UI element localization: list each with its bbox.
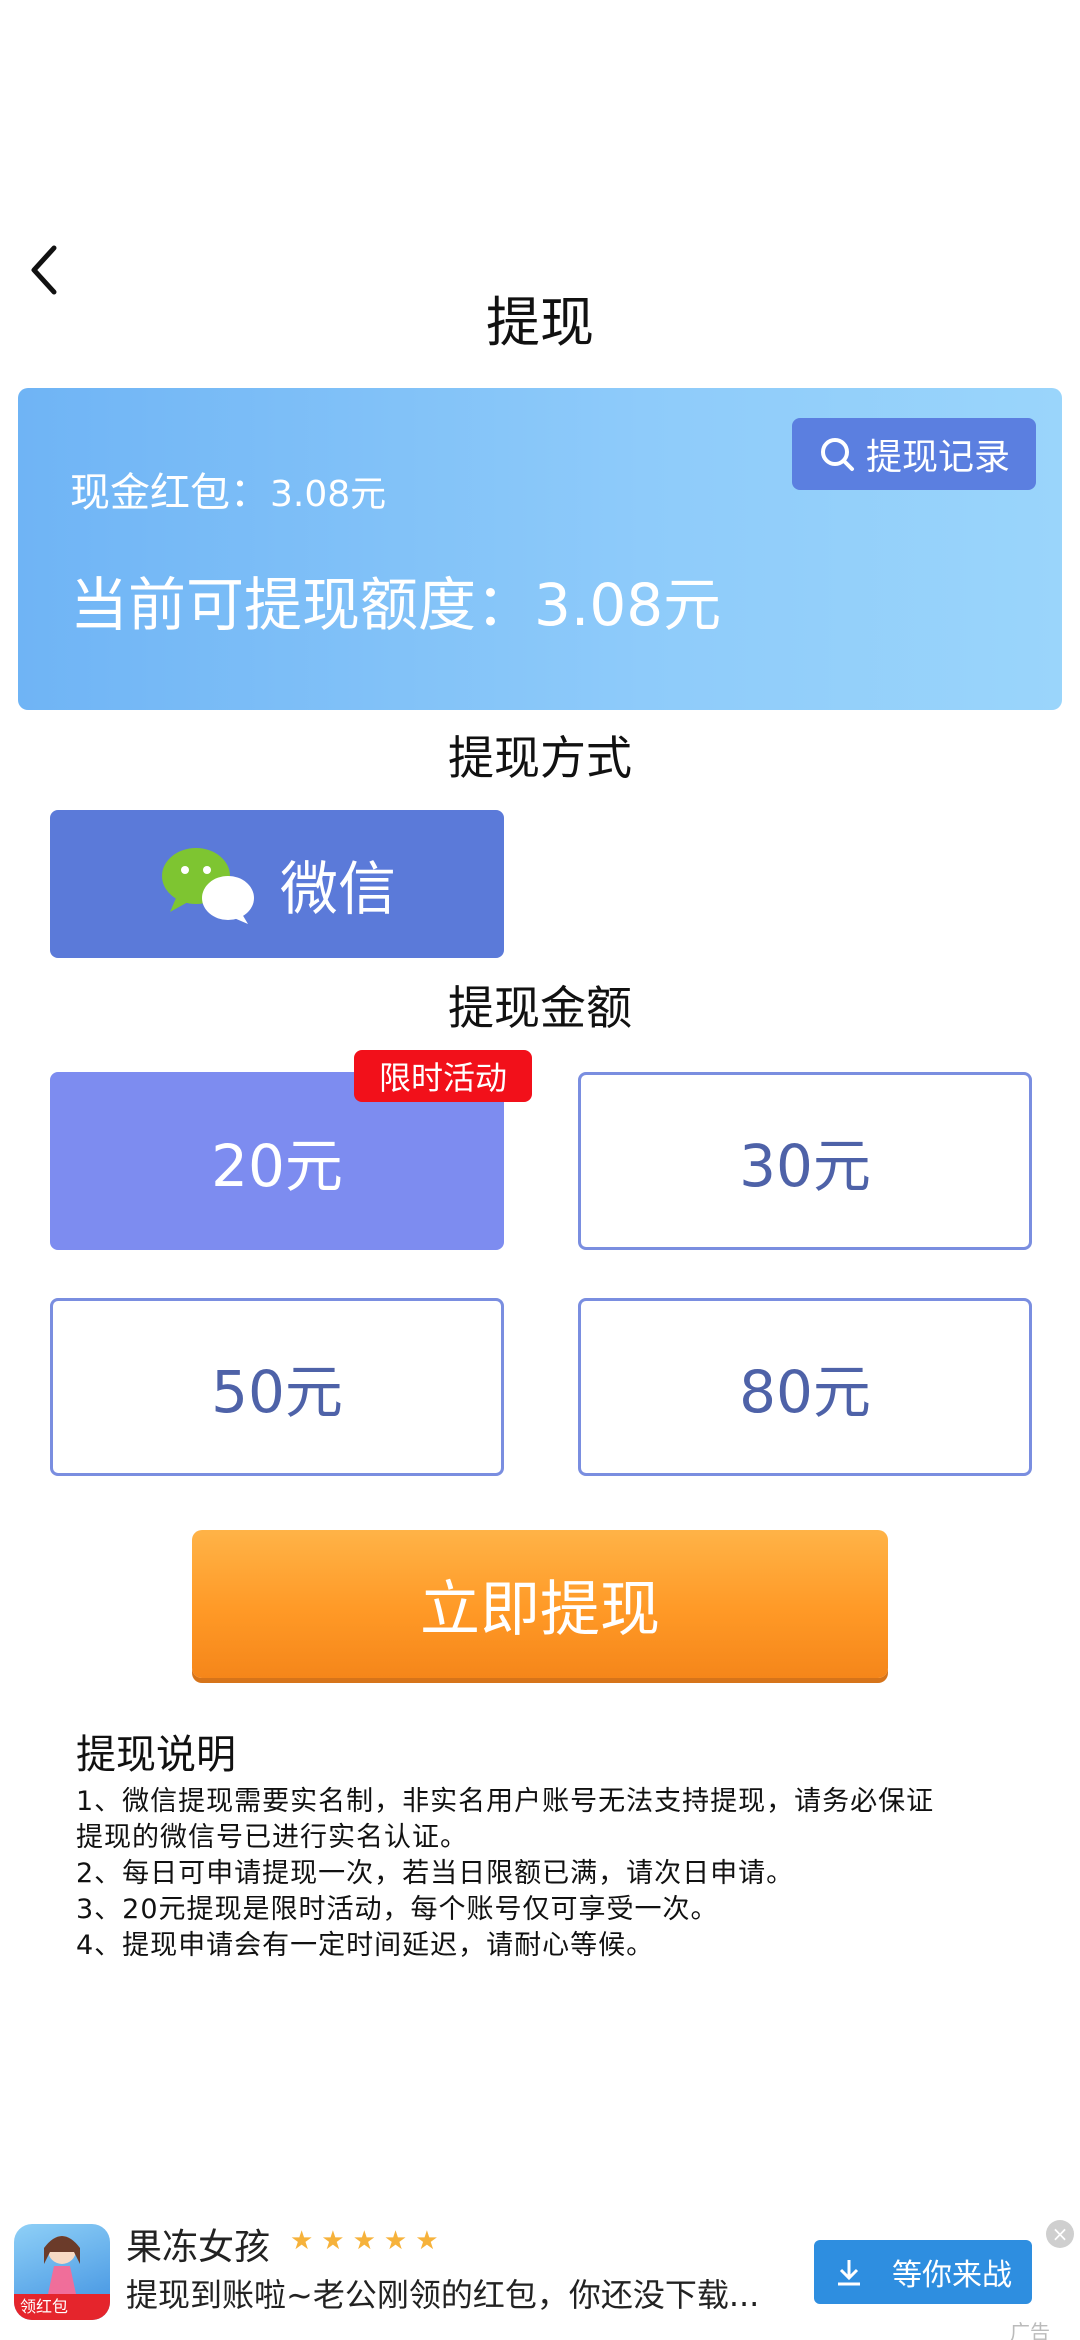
- ad-rating-stars: ★★★★★: [290, 2226, 447, 2256]
- amount-option-50[interactable]: 50元: [50, 1298, 504, 1476]
- available-amount: 当前可提现额度：3.08元: [70, 558, 721, 642]
- ad-download-button[interactable]: 等你来战: [814, 2240, 1032, 2304]
- ad-label: 广告: [1010, 2320, 1050, 2340]
- cash-balance: 现金红包：3.08元: [70, 460, 386, 518]
- available-value: 3.08元: [534, 571, 722, 639]
- balance-card: 提现记录 现金红包：3.08元 当前可提现额度：3.08元: [18, 388, 1062, 710]
- amount-option-label: 30元: [739, 1132, 871, 1200]
- amount-option-label: 80元: [739, 1358, 871, 1426]
- wechat-label: 微信: [279, 855, 396, 923]
- withdraw-record-label: 提现记录: [865, 437, 1010, 478]
- amount-option-30[interactable]: 30元: [578, 1072, 1032, 1250]
- search-icon: [820, 438, 854, 471]
- limited-time-badge: 限时活动: [354, 1050, 532, 1102]
- ad-red-packet-tag: 领红包: [14, 2294, 110, 2320]
- girl-avatar-icon: [44, 2236, 80, 2294]
- withdraw-page: 提现 提现记录 现金红包：3.08元 当前可提现额度：3.08元 提现方式 微信…: [0, 0, 1080, 2340]
- amount-option-label: 50元: [211, 1358, 343, 1426]
- withdraw-record-button[interactable]: 提现记录: [792, 418, 1036, 490]
- ad-banner[interactable]: 领红包 果冻女孩 ★★★★★ 提现到账啦~老公刚领的红包，你还没下载... 等你…: [0, 2212, 1080, 2340]
- download-icon: [838, 2260, 860, 2286]
- withdraw-now-label: 立即提现: [420, 1574, 660, 1645]
- ad-app-name: 果冻女孩: [126, 2227, 271, 2268]
- amount-section-title: 提现金额: [448, 981, 632, 1035]
- notes-line: 1、微信提现需要实名制，非实名用户账号无法支持提现，请务必保证: [76, 1786, 935, 1817]
- wechat-icon: [161, 848, 254, 924]
- notes-line: 提现的微信号已进行实名认证。: [76, 1822, 468, 1853]
- method-section-title: 提现方式: [448, 731, 632, 785]
- close-icon[interactable]: ×: [1046, 2220, 1074, 2248]
- cash-label: 现金红包：: [70, 470, 270, 516]
- notes-line: 2、每日可申请提现一次，若当日限额已满，请次日申请。: [76, 1858, 795, 1889]
- cash-value: 3.08元: [270, 474, 387, 515]
- available-label: 当前可提现额度：: [70, 571, 535, 639]
- withdraw-now-button[interactable]: 立即提现: [192, 1530, 888, 1678]
- amount-option-label: 20元: [211, 1132, 343, 1200]
- ad-app-icon[interactable]: 领红包: [14, 2224, 110, 2320]
- wechat-method-button[interactable]: 微信: [50, 810, 504, 958]
- ad-button-label: 等你来战: [892, 2258, 1012, 2293]
- withdraw-notes: 提现说明 1、微信提现需要实名制，非实名用户账号无法支持提现，请务必保证 提现的…: [76, 1722, 1026, 1964]
- amount-option-80[interactable]: 80元: [578, 1298, 1032, 1476]
- page-title: 提现: [486, 291, 594, 354]
- notes-line: 3、20元提现是限时活动，每个账号仅可享受一次。: [76, 1894, 719, 1925]
- ad-description: 提现到账啦~老公刚领的红包，你还没下载...: [126, 2276, 760, 2314]
- notes-title: 提现说明: [76, 1732, 236, 1778]
- notes-line: 4、提现申请会有一定时间延迟，请耐心等候。: [76, 1930, 655, 1961]
